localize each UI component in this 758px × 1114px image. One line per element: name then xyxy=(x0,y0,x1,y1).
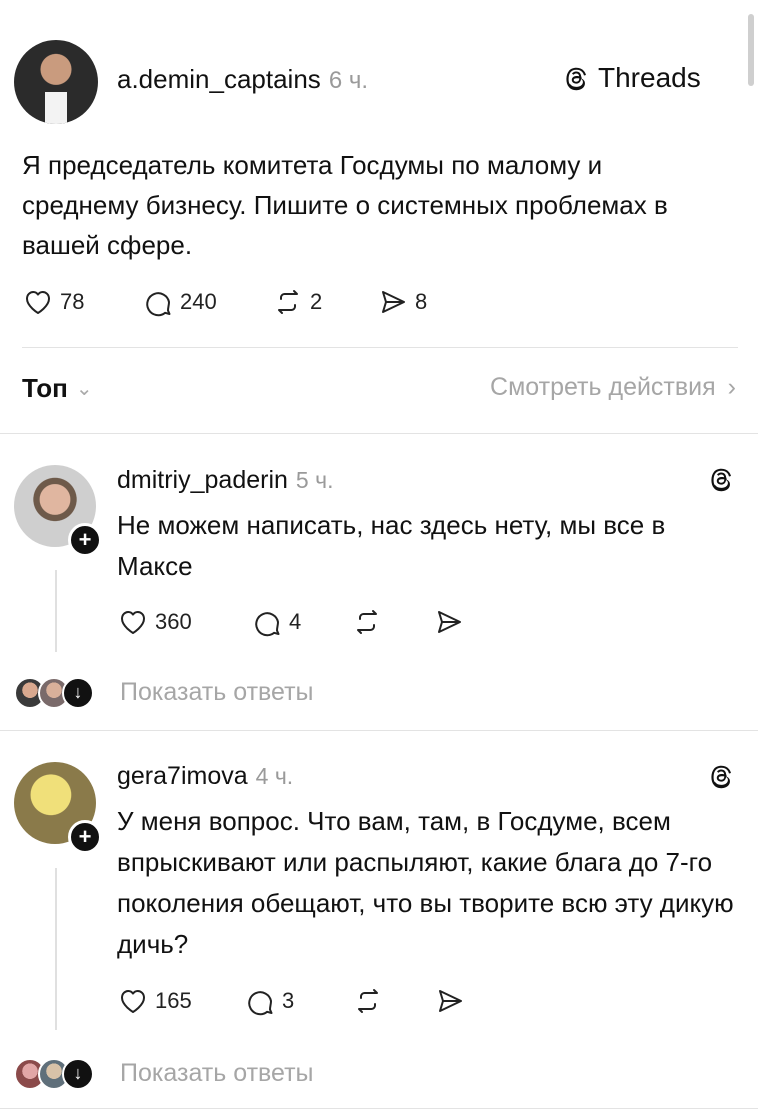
reply-button[interactable]: 240 xyxy=(142,286,272,318)
reply-avatars[interactable]: ↓ xyxy=(14,1058,94,1090)
heart-icon xyxy=(121,990,145,1013)
comment-author-row: gera7imova 4 ч. xyxy=(117,762,293,791)
repost-icon xyxy=(278,290,298,314)
reply-button[interactable]: 3 xyxy=(244,985,352,1017)
repost-icon xyxy=(358,989,378,1013)
repost-button[interactable] xyxy=(351,606,433,638)
arrow-down-icon: ↓ xyxy=(62,1058,94,1090)
post-actions: 78 240 2 8 xyxy=(22,286,427,318)
like-button[interactable]: 165 xyxy=(117,985,244,1017)
comment-author[interactable]: dmitriy_paderin xyxy=(117,466,288,494)
send-icon xyxy=(438,611,461,633)
threads-logo-icon xyxy=(566,67,586,91)
plus-icon[interactable]: + xyxy=(68,820,102,854)
show-replies-link[interactable]: Показать ответы xyxy=(120,678,314,707)
divider xyxy=(22,347,738,348)
send-icon xyxy=(382,291,405,313)
author-avatar[interactable] xyxy=(14,40,98,124)
comment-time: 4 ч. xyxy=(255,763,294,789)
like-count: 360 xyxy=(155,609,192,634)
sort-label: Топ xyxy=(22,373,68,403)
reply-avatars[interactable]: ↓ xyxy=(14,677,94,709)
reply-count: 240 xyxy=(180,289,217,314)
threads-logo-icon[interactable] xyxy=(705,760,737,792)
view-activity-label: Смотреть действия xyxy=(490,373,716,401)
view-activity-link[interactable]: Смотреть действия › xyxy=(490,373,736,402)
chevron-down-icon: ⌄ xyxy=(75,378,93,400)
comment-actions: 165 3 xyxy=(117,985,466,1017)
thread-line xyxy=(55,868,57,1030)
repost-button[interactable] xyxy=(352,985,434,1017)
post-author[interactable]: a.demin_captains xyxy=(117,64,321,94)
divider xyxy=(0,730,758,731)
share-button[interactable]: 8 xyxy=(377,286,427,318)
reply-count: 4 xyxy=(289,609,302,634)
arrow-down-icon: ↓ xyxy=(62,677,94,709)
like-button[interactable]: 360 xyxy=(117,606,251,638)
plus-icon[interactable]: + xyxy=(68,523,102,557)
comment-bubble-icon xyxy=(248,991,273,1016)
comment-bubble-icon xyxy=(255,612,280,637)
comment-author-row: dmitriy_paderin 5 ч. xyxy=(117,466,333,495)
repost-count: 2 xyxy=(310,289,323,314)
comment-author[interactable]: gera7imova xyxy=(117,762,248,790)
reply-button[interactable]: 4 xyxy=(251,606,351,638)
reply-count: 3 xyxy=(282,988,295,1013)
threads-badge[interactable]: Threads xyxy=(560,62,701,94)
repost-button[interactable]: 2 xyxy=(272,286,377,318)
comment-text: У меня вопрос. Что вам, там, в Госдуме, … xyxy=(117,806,734,959)
heart-icon xyxy=(26,291,50,314)
share-button[interactable] xyxy=(434,985,466,1017)
post-author-row: a.demin_captains 6 ч. xyxy=(117,64,368,95)
thread-line xyxy=(55,570,57,652)
heart-icon xyxy=(121,611,145,634)
comment-text: Не можем написать, нас здесь нету, мы вс… xyxy=(117,510,666,581)
comment-time: 5 ч. xyxy=(295,467,334,493)
scrollbar[interactable] xyxy=(748,14,754,86)
threads-logo-icon[interactable] xyxy=(705,463,737,495)
share-button[interactable] xyxy=(433,606,465,638)
like-button[interactable]: 78 xyxy=(22,286,142,318)
send-icon xyxy=(439,990,462,1012)
like-count: 78 xyxy=(60,289,85,314)
comment-bubble-icon xyxy=(146,292,171,317)
repost-icon xyxy=(357,610,377,634)
share-count: 8 xyxy=(415,289,428,314)
sort-dropdown[interactable]: Топ ⌄ xyxy=(22,373,93,404)
threads-badge-label: Threads xyxy=(598,62,701,93)
like-count: 165 xyxy=(155,988,192,1013)
chevron-right-icon: › xyxy=(727,373,736,401)
post-text: Я председатель комитета Госдумы по малом… xyxy=(22,150,668,260)
divider xyxy=(0,1108,758,1109)
post-time: 6 ч. xyxy=(328,67,368,94)
divider xyxy=(0,433,758,434)
show-replies-link[interactable]: Показать ответы xyxy=(120,1059,314,1088)
comment-actions: 360 4 xyxy=(117,606,465,638)
